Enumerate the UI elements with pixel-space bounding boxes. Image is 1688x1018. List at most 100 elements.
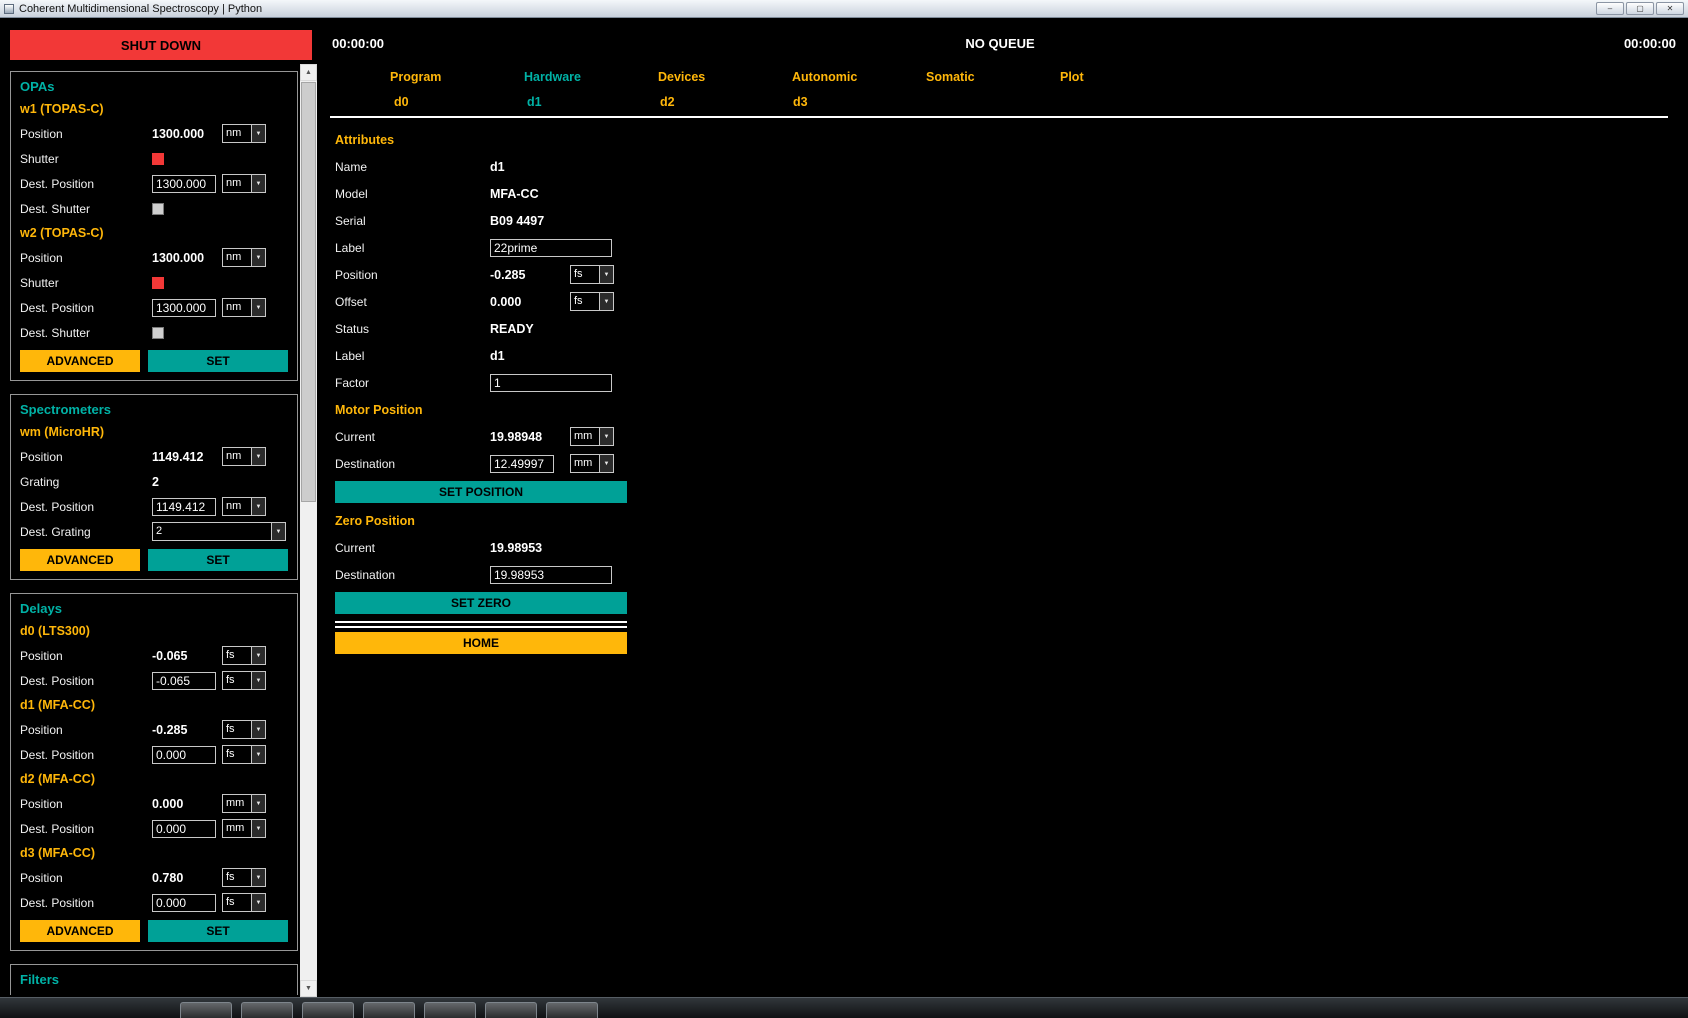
unit-dropdown[interactable]: nm ▼ <box>222 447 266 466</box>
taskbar-button[interactable] <box>363 1002 415 1018</box>
taskbar-button[interactable] <box>424 1002 476 1018</box>
tab-program[interactable]: Program <box>390 70 524 84</box>
motor-destination-row: Destination mm ▼ <box>335 450 1678 477</box>
dest-shutter-checkbox[interactable] <box>152 327 164 339</box>
advanced-button[interactable]: ADVANCED <box>20 350 140 372</box>
unit-dropdown[interactable]: fs ▼ <box>222 720 266 739</box>
tab-d0[interactable]: d0 <box>394 95 527 109</box>
unit-dropdown[interactable]: mm ▼ <box>222 794 266 813</box>
dest-position-row: Dest. Position mm ▼ <box>20 816 288 841</box>
scroll-up-icon[interactable]: ▲ <box>300 64 317 81</box>
tab-somatic[interactable]: Somatic <box>926 70 1060 84</box>
motor-current-row: Current 19.98948 mm ▼ <box>335 423 1678 450</box>
zero-current-value: 19.98953 <box>490 541 542 555</box>
unit-value: fs <box>223 746 251 763</box>
unit-value: fs <box>223 672 251 689</box>
unit-dropdown[interactable]: nm ▼ <box>222 124 266 143</box>
device-heading-d1: d1 (MFA-CC) <box>20 693 288 717</box>
unit-dropdown[interactable]: mm ▼ <box>222 819 266 838</box>
zero-current-row: Current 19.98953 <box>335 534 1678 561</box>
unit-dropdown[interactable]: mm ▼ <box>570 454 614 473</box>
dest-position-input[interactable] <box>152 672 216 690</box>
model-value: MFA-CC <box>490 187 539 201</box>
panel-title-filters: Filters <box>20 969 288 990</box>
sidebar-scrollbar[interactable]: ▲ ▼ <box>300 64 317 997</box>
motor-destination-input[interactable] <box>490 455 554 473</box>
device-heading-d3: d3 (MFA-CC) <box>20 841 288 865</box>
dest-grating-row: Dest. Grating 2 ▼ <box>20 519 288 544</box>
unit-dropdown[interactable]: nm ▼ <box>222 248 266 267</box>
filters-panel: Filters ADVANCED SET <box>10 964 298 995</box>
advanced-button[interactable]: ADVANCED <box>20 920 140 942</box>
unit-dropdown[interactable]: nm ▼ <box>222 497 266 516</box>
unit-dropdown[interactable]: fs ▼ <box>222 893 266 912</box>
maximize-button[interactable]: ▢ <box>1626 2 1654 15</box>
set-button[interactable]: SET <box>148 549 288 571</box>
minimize-button[interactable]: – <box>1596 2 1624 15</box>
unit-dropdown[interactable]: fs ▼ <box>222 646 266 665</box>
spectrometers-panel: Spectrometers wm (MicroHR) Position 1149… <box>10 394 298 580</box>
scrollbar-thumb[interactable] <box>301 82 316 502</box>
unit-dropdown[interactable]: nm ▼ <box>222 174 266 193</box>
delays-panel: Delays d0 (LTS300) Position -0.065 fs ▼ … <box>10 593 298 951</box>
set-zero-button[interactable]: SET ZERO <box>335 592 627 614</box>
taskbar-button[interactable] <box>485 1002 537 1018</box>
chevron-down-icon: ▼ <box>251 746 265 763</box>
unit-dropdown[interactable]: fs ▼ <box>222 671 266 690</box>
offset-value: 0.000 <box>490 295 521 309</box>
dest-position-input[interactable] <box>152 175 216 193</box>
device-heading-d2: d2 (MFA-CC) <box>20 767 288 791</box>
tab-devices[interactable]: Devices <box>658 70 792 84</box>
zero-destination-row: Destination <box>335 561 1678 588</box>
dest-position-input[interactable] <box>152 746 216 764</box>
tab-plot[interactable]: Plot <box>1060 70 1194 84</box>
unit-dropdown[interactable]: fs ▼ <box>222 868 266 887</box>
unit-dropdown[interactable]: mm ▼ <box>570 427 614 446</box>
tab-autonomic[interactable]: Autonomic <box>792 70 926 84</box>
unit-value: fs <box>571 266 599 283</box>
taskbar-button[interactable] <box>241 1002 293 1018</box>
unit-dropdown[interactable]: fs ▼ <box>570 265 614 284</box>
dest-shutter-checkbox[interactable] <box>152 203 164 215</box>
panel-title-delays: Delays <box>20 598 288 619</box>
device-heading-wm: wm (MicroHR) <box>20 420 288 444</box>
dest-position-row: Dest. Position nm ▼ <box>20 295 288 320</box>
set-position-button[interactable]: SET POSITION <box>335 481 627 503</box>
taskbar-button[interactable] <box>546 1002 598 1018</box>
field-label: Position <box>20 797 152 811</box>
panel-actions: ADVANCED SET <box>20 920 288 942</box>
set-button[interactable]: SET <box>148 350 288 372</box>
label-input[interactable] <box>490 239 612 257</box>
opas-panel: OPAs w1 (TOPAS-C) Position 1300.000 nm ▼… <box>10 71 298 381</box>
unit-dropdown[interactable]: fs ▼ <box>222 745 266 764</box>
field-label: Dest. Position <box>20 301 152 315</box>
tab-d2[interactable]: d2 <box>660 95 793 109</box>
factor-input[interactable] <box>490 374 612 392</box>
dest-grating-dropdown[interactable]: 2 ▼ <box>152 522 286 541</box>
unit-value: nm <box>223 299 251 316</box>
dest-position-input[interactable] <box>152 820 216 838</box>
field-label: Shutter <box>20 152 152 166</box>
panel-title-spectrometers: Spectrometers <box>20 399 288 420</box>
tab-d1[interactable]: d1 <box>527 95 660 109</box>
close-button[interactable]: ✕ <box>1656 2 1684 15</box>
home-button[interactable]: HOME <box>335 632 627 654</box>
unit-dropdown[interactable]: nm ▼ <box>222 298 266 317</box>
position-value: 0.780 <box>152 871 183 885</box>
scroll-down-icon[interactable]: ▼ <box>300 980 317 997</box>
zero-destination-input[interactable] <box>490 566 612 584</box>
shutdown-button[interactable]: SHUT DOWN <box>10 30 312 60</box>
unit-dropdown[interactable]: fs ▼ <box>570 292 614 311</box>
tab-hardware[interactable]: Hardware <box>524 70 658 84</box>
advanced-button[interactable]: ADVANCED <box>20 549 140 571</box>
dest-position-input[interactable] <box>152 894 216 912</box>
label-value: d1 <box>490 349 505 363</box>
tab-d3[interactable]: d3 <box>793 95 926 109</box>
dest-position-input[interactable] <box>152 498 216 516</box>
taskbar-button[interactable] <box>180 1002 232 1018</box>
taskbar-button[interactable] <box>302 1002 354 1018</box>
set-button[interactable]: SET <box>148 920 288 942</box>
dest-position-row: Dest. Position nm ▼ <box>20 171 288 196</box>
dest-position-row: Dest. Position nm ▼ <box>20 494 288 519</box>
dest-position-input[interactable] <box>152 299 216 317</box>
